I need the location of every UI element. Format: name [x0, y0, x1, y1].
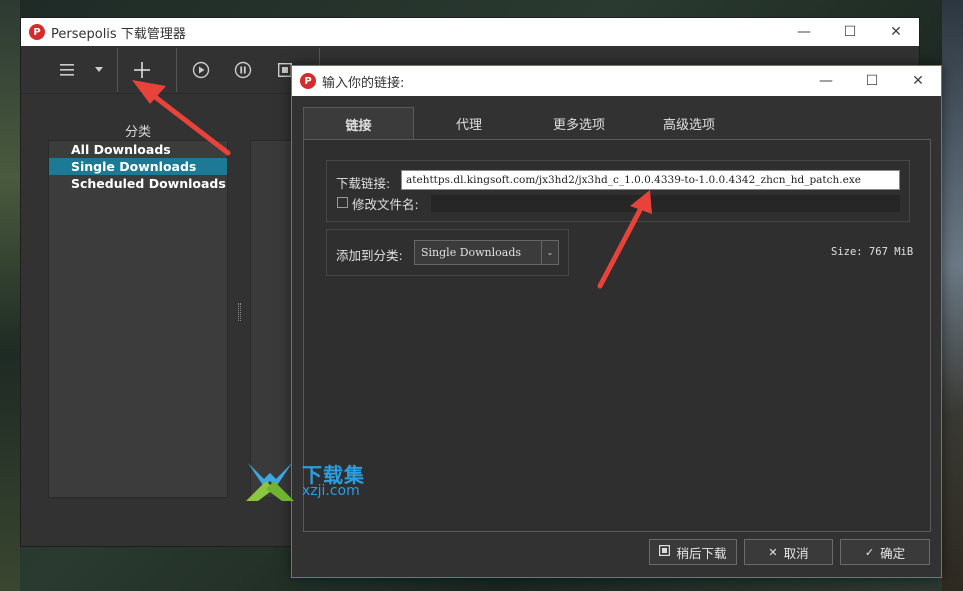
ok-label: 确定 [880, 545, 906, 561]
close-icon: ✕ [768, 545, 778, 559]
resume-icon[interactable] [185, 54, 217, 86]
chevron-down-icon: ⌄ [541, 241, 558, 264]
rename-label: 修改文件名: [352, 197, 419, 212]
ok-button[interactable]: ✓ 确定 [840, 539, 930, 565]
stop-square-icon [659, 545, 671, 559]
tab-proxy[interactable]: 代理 [414, 107, 524, 140]
category-item-single[interactable]: Single Downloads [49, 158, 227, 175]
dialog-maximize-button[interactable]: ☐ [849, 66, 895, 96]
category-select-value: Single Downloads [421, 246, 522, 259]
dialog-minimize-button[interactable]: — [803, 66, 849, 96]
rename-checkbox[interactable] [337, 197, 348, 208]
add-to-category-group: 添加到分类: Single Downloads ⌄ [326, 229, 569, 276]
toolbar-separator [176, 47, 177, 92]
app-logo-icon: P [29, 24, 45, 40]
dialog-tabs: 链接 代理 更多选项 高级选项 [303, 107, 744, 140]
tab-advanced-options[interactable]: 高级选项 [634, 107, 744, 140]
file-size-label: Size: 767 MiB [831, 246, 914, 258]
app-logo-icon: P [300, 73, 316, 89]
download-link-label: 下载链接: [336, 176, 391, 191]
dialog-close-button[interactable]: ✕ [895, 66, 941, 96]
category-item-scheduled[interactable]: Scheduled Downloads [49, 175, 227, 192]
add-link-dialog: P 输入你的链接: — ☐ ✕ 链接 代理 更多选项 高级选项 下载链接: at… [291, 65, 942, 578]
cancel-label: 取消 [783, 545, 809, 561]
add-link-icon[interactable] [126, 54, 158, 86]
link-tab-panel: 下载链接: atehttps.dl.kingsoft.com/jx3hd2/jx… [303, 139, 931, 532]
link-group: 下载链接: atehttps.dl.kingsoft.com/jx3hd2/jx… [326, 160, 910, 222]
category-item-all[interactable]: All Downloads [49, 141, 227, 158]
cancel-button[interactable]: ✕ 取消 [744, 539, 833, 565]
close-button[interactable]: ✕ [873, 18, 919, 46]
main-window-title: Persepolis 下载管理器 [51, 26, 186, 42]
download-later-button[interactable]: 稍后下载 [649, 539, 737, 565]
menu-dropdown-icon[interactable] [93, 54, 105, 86]
toolbar-separator [117, 47, 118, 92]
dialog-title: 输入你的链接: [322, 75, 405, 91]
download-later-label: 稍后下载 [676, 545, 727, 561]
pause-icon[interactable] [227, 54, 259, 86]
watermark: 下载集 xzji.com [244, 459, 384, 503]
checkmark-icon: ✓ [864, 545, 875, 559]
menu-icon[interactable] [51, 54, 83, 86]
watermark-logo-icon [246, 463, 294, 501]
category-list: All Downloads Single Downloads Scheduled… [48, 140, 228, 498]
watermark-text-url: xzji.com [302, 483, 360, 499]
desktop-background-left [0, 0, 20, 591]
dialog-window-controls: — ☐ ✕ [803, 66, 941, 94]
dialog-titlebar: P 输入你的链接: — ☐ ✕ [292, 66, 941, 96]
tab-more-options[interactable]: 更多选项 [524, 107, 634, 140]
category-panel-title: 分类 [124, 125, 151, 140]
maximize-button[interactable]: ☐ [827, 18, 873, 46]
desktop-background-right [942, 0, 963, 591]
add-to-category-label: 添加到分类: [336, 248, 403, 263]
tab-link[interactable]: 链接 [303, 107, 414, 140]
panel-splitter[interactable] [238, 303, 241, 321]
category-select[interactable]: Single Downloads ⌄ [414, 240, 559, 265]
main-window-controls: — ☐ ✕ [781, 18, 919, 46]
minimize-button[interactable]: — [781, 18, 827, 46]
download-link-input[interactable]: atehttps.dl.kingsoft.com/jx3hd2/jx3hd_c_… [401, 170, 900, 190]
main-titlebar: P Persepolis 下载管理器 — ☐ ✕ [21, 18, 919, 46]
rename-input[interactable] [431, 195, 900, 212]
